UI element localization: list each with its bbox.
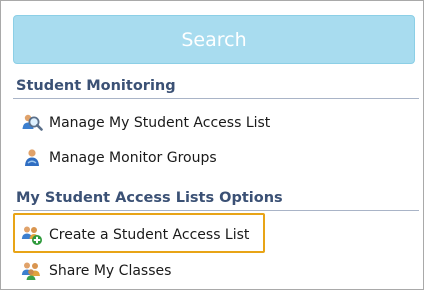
- create-student-access-list-link[interactable]: Create a Student Access List: [21, 222, 249, 248]
- manage-monitor-groups-link[interactable]: Manage Monitor Groups: [21, 145, 217, 171]
- options-panel: Search Student Monitoring Manage My Stud…: [0, 0, 424, 290]
- magnifier-users-icon: [21, 112, 43, 134]
- item-label: Manage Monitor Groups: [49, 150, 217, 166]
- item-label: Create a Student Access List: [49, 227, 250, 243]
- item-label: Share My Classes: [49, 263, 172, 279]
- section-header-student-monitoring: Student Monitoring: [13, 77, 419, 99]
- monitor-group-icon: [21, 147, 43, 169]
- manage-student-access-list-link[interactable]: Manage My Student Access List: [21, 110, 270, 136]
- share-my-classes-link[interactable]: Share My Classes: [21, 258, 171, 284]
- search-button[interactable]: Search: [13, 15, 415, 64]
- item-label: Manage My Student Access List: [49, 115, 271, 131]
- share-users-icon: [21, 260, 43, 282]
- section-header-access-list-options: My Student Access Lists Options: [13, 189, 419, 211]
- add-users-icon: [21, 224, 43, 246]
